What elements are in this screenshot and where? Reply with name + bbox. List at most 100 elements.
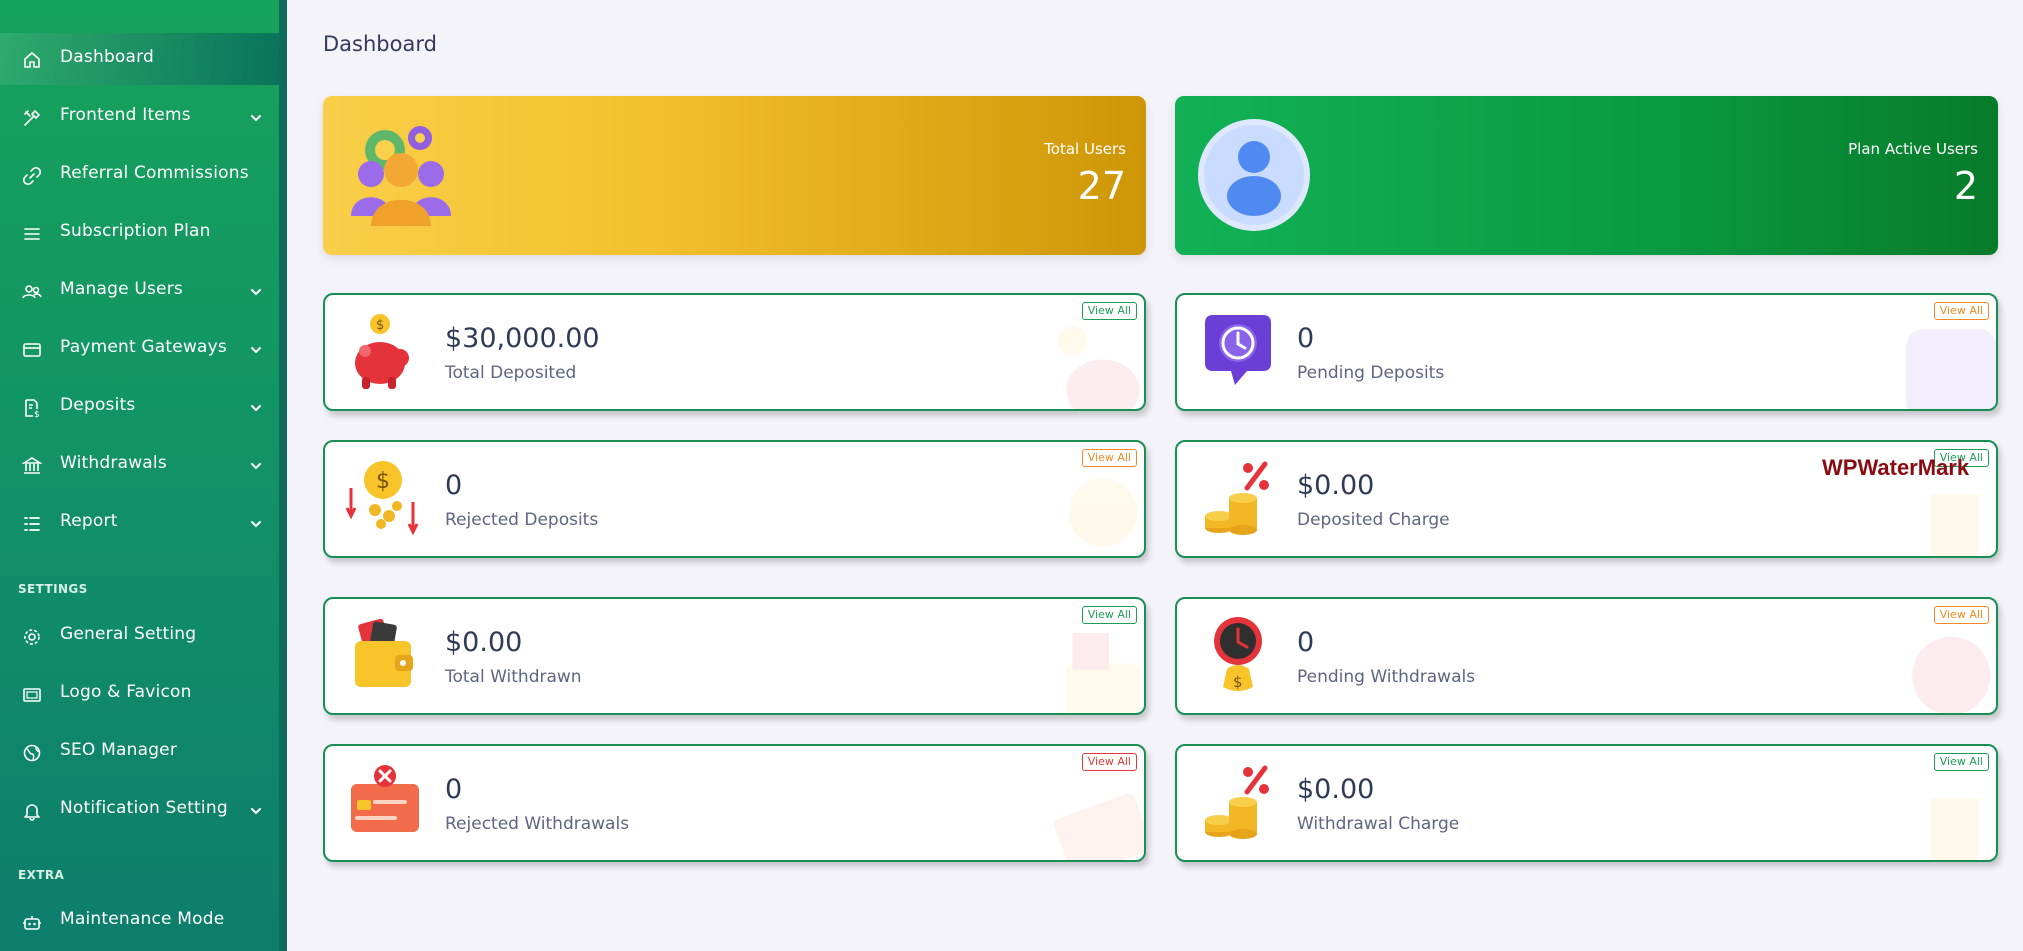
chevron-down-icon	[251, 115, 261, 122]
coins-percent-icon	[1205, 765, 1269, 839]
users-icon	[22, 285, 42, 299]
coins-watermark-icon	[1930, 494, 1980, 556]
sidebar-item-payment-gateways[interactable]: Payment Gateways	[0, 323, 279, 375]
view-all-button[interactable]: View All	[1933, 753, 1989, 771]
list-icon	[24, 517, 40, 531]
watermark-text: WPWaterMark	[1822, 455, 1970, 480]
rejected-withdrawals-value: 0	[445, 774, 463, 805]
coins-watermark-icon	[1930, 798, 1980, 860]
sidebar-item-logo-favicon[interactable]: Logo & Favicon	[0, 668, 279, 720]
clock-badge-icon	[1205, 315, 1271, 385]
sidebar-item-manage-users[interactable]: Manage Users	[0, 265, 279, 317]
sidebar-item-subscription-plan[interactable]: Subscription Plan	[0, 207, 279, 259]
clock-watermark-icon	[1912, 636, 1991, 713]
svg-text:$: $	[376, 469, 390, 494]
sidebar-item-referral-commissions[interactable]: Referral Commissions	[0, 149, 279, 201]
chevron-down-icon	[251, 808, 261, 815]
sidebar-item-label: Maintenance Mode	[60, 909, 225, 929]
sidebar-item-label: Logo & Favicon	[60, 682, 192, 702]
gear-icon	[24, 629, 40, 645]
svg-text:$: $	[1233, 673, 1243, 691]
home-icon	[24, 52, 40, 68]
tools-icon	[24, 109, 41, 126]
users-gear-icon	[351, 126, 451, 226]
sidebar-scrollbar[interactable]	[279, 0, 287, 951]
total-deposited-card: $ $30,000.00 Total Deposited View All	[323, 293, 1146, 411]
view-all-button[interactable]: View All	[1933, 302, 1989, 320]
wallet-icon	[355, 618, 413, 687]
robot-icon	[23, 916, 41, 930]
coins-percent-icon	[1205, 461, 1269, 535]
view-all-button[interactable]: View All	[1933, 606, 1989, 624]
rejected-card-icon	[351, 765, 419, 832]
pending-deposits-card: 0 Pending Deposits View All	[1175, 293, 1998, 411]
chevron-down-icon	[251, 405, 261, 412]
sidebar-item-label: Dashboard	[60, 47, 155, 67]
sidebar-item-label: General Setting	[60, 624, 197, 644]
sidebar-item-label: Notification Setting	[60, 798, 228, 818]
pending-withdrawals-value: 0	[1297, 627, 1315, 658]
view-all-button[interactable]: View All	[1081, 753, 1137, 771]
sidebar-item-label: Frontend Items	[60, 105, 191, 125]
bell-icon	[24, 804, 40, 821]
rejected-withdrawals-label: Rejected Withdrawals	[445, 814, 630, 834]
piggy-bank-watermark-icon	[1057, 326, 1140, 409]
credit-card-icon	[23, 343, 41, 357]
total-users-value: 27	[1077, 164, 1126, 208]
total-deposited-label: Total Deposited	[445, 363, 577, 383]
globe-icon	[23, 744, 41, 762]
sidebar-item-label: SEO Manager	[60, 740, 178, 760]
sidebar-item-label: Manage Users	[60, 279, 183, 299]
pending-deposits-label: Pending Deposits	[1297, 363, 1445, 383]
total-deposited-value: $30,000.00	[445, 323, 600, 354]
sidebar-item-maintenance-mode[interactable]: Maintenance Mode	[0, 895, 279, 947]
sidebar-item-notification-setting[interactable]: Notification Setting	[0, 784, 279, 836]
bank-icon	[22, 457, 42, 474]
sidebar-item-general-setting[interactable]: General Setting	[0, 610, 279, 662]
plan-active-users-value: 2	[1953, 164, 1978, 208]
plan-active-users-label: Plan Active Users	[1848, 140, 1978, 158]
piggy-bank-icon: $	[355, 314, 409, 389]
total-withdrawn-card: $0.00 Total Withdrawn View All	[323, 597, 1146, 715]
sidebar: Dashboard Frontend Items Referral Commis…	[0, 0, 287, 951]
svg-text:$: $	[34, 410, 40, 418]
extra-section-title: EXTRA	[18, 868, 65, 882]
total-withdrawn-value: $0.00	[445, 627, 523, 658]
view-all-button[interactable]: View All	[1081, 302, 1137, 320]
sidebar-item-frontend-items[interactable]: Frontend Items	[0, 91, 279, 143]
sidebar-item-report[interactable]: Report	[0, 497, 279, 549]
clock-watermark-icon	[1906, 329, 1996, 409]
svg-text:$: $	[376, 318, 384, 333]
chevron-down-icon	[251, 463, 261, 470]
pending-withdrawals-label: Pending Withdrawals	[1297, 667, 1476, 687]
deposited-charge-label: Deposited Charge	[1297, 510, 1450, 530]
sidebar-item-label: Withdrawals	[60, 453, 167, 473]
view-all-button[interactable]: View All	[1081, 449, 1137, 467]
chevron-down-icon	[251, 347, 261, 354]
sidebar-item-label: Referral Commissions	[60, 163, 249, 183]
sidebar-item-dashboard[interactable]: Dashboard	[0, 33, 279, 85]
menu-icon	[24, 228, 40, 240]
sidebar-item-deposits[interactable]: $ Deposits	[0, 381, 279, 433]
sidebar-item-label: Payment Gateways	[60, 337, 227, 357]
total-withdrawn-label: Total Withdrawn	[445, 667, 582, 687]
withdrawal-charge-label: Withdrawal Charge	[1297, 814, 1460, 834]
sidebar-item-withdrawals[interactable]: Withdrawals	[0, 439, 279, 491]
rejected-deposits-label: Rejected Deposits	[445, 510, 599, 530]
sidebar-item-label: Subscription Plan	[60, 221, 211, 241]
image-icon	[23, 688, 41, 702]
total-users-banner: Total Users 27	[323, 96, 1146, 255]
deposited-charge-value: $0.00	[1297, 470, 1375, 501]
plan-active-users-banner: Plan Active Users 2	[1175, 96, 1998, 255]
pending-withdrawals-card: $ 0 Pending Withdrawals View All	[1175, 597, 1998, 715]
coins-watermark-icon	[1068, 478, 1138, 547]
sidebar-item-seo-manager[interactable]: SEO Manager	[0, 726, 279, 778]
link-icon	[22, 166, 42, 186]
view-all-button[interactable]: View All	[1081, 606, 1137, 624]
sidebar-item-label: Deposits	[60, 395, 136, 415]
sidebar-item-label: Report	[60, 511, 118, 531]
wallet-watermark-icon	[1066, 633, 1140, 713]
rejected-withdrawals-card: 0 Rejected Withdrawals View All	[323, 744, 1146, 862]
pending-deposits-value: 0	[1297, 323, 1315, 354]
card-watermark-icon	[1054, 793, 1144, 860]
